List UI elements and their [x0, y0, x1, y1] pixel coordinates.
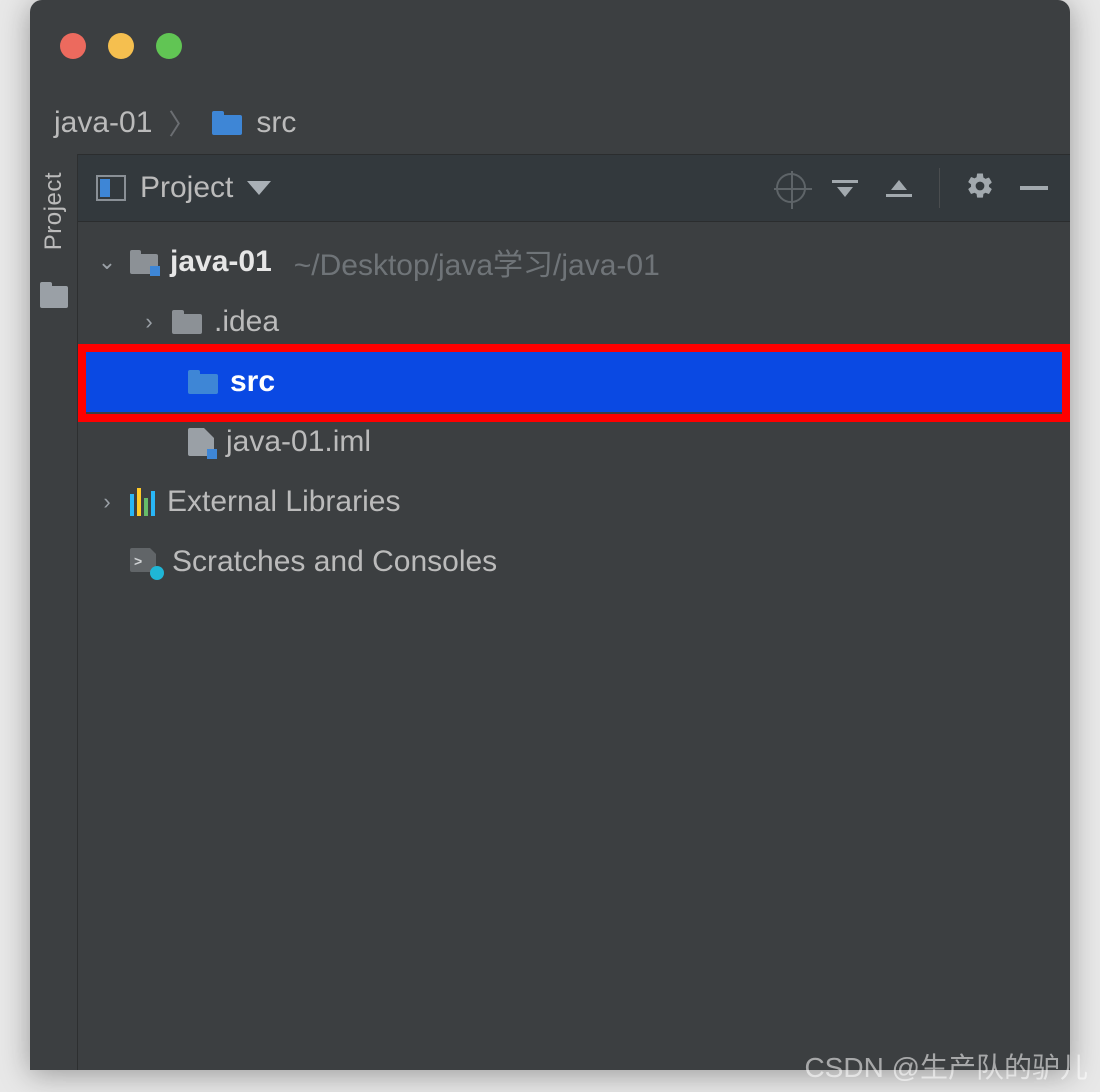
project-panel-header: Project — [78, 154, 1070, 222]
folder-icon — [212, 111, 242, 135]
project-view-selector[interactable]: Project — [140, 171, 233, 205]
locate-icon — [776, 173, 806, 203]
tree-row-idea-folder[interactable]: › .idea — [78, 292, 1070, 352]
source-folder-icon — [188, 370, 218, 394]
project-path: ~/Desktop/java学习/java-01 — [294, 240, 660, 284]
expand-all-button[interactable] — [825, 168, 865, 208]
tree-row-project-root[interactable]: ⌄ java-01 ~/Desktop/java学习/java-01 — [78, 232, 1070, 292]
hide-panel-button[interactable] — [1014, 168, 1054, 208]
window-titlebar[interactable] — [30, 0, 1070, 92]
tree-row-iml-file[interactable]: java-01.iml — [78, 412, 1070, 472]
collapse-all-icon — [886, 180, 912, 197]
chevron-right-icon[interactable]: › — [138, 309, 160, 335]
project-tree[interactable]: ⌄ java-01 ~/Desktop/java学习/java-01 › .id… — [78, 222, 1070, 602]
gear-icon — [965, 171, 995, 206]
chevron-down-icon[interactable] — [247, 181, 271, 195]
minimize-window-button[interactable] — [108, 33, 134, 59]
settings-button[interactable] — [960, 168, 1000, 208]
breadcrumb: java-01 〉 src — [30, 92, 1070, 154]
tree-row-src-folder[interactable]: src — [78, 352, 1070, 412]
libraries-icon — [130, 488, 155, 516]
select-opened-file-button[interactable] — [771, 168, 811, 208]
collapse-all-button[interactable] — [879, 168, 919, 208]
maximize-window-button[interactable] — [156, 33, 182, 59]
breadcrumb-folder[interactable]: src — [256, 106, 296, 140]
folder-label: .idea — [214, 305, 279, 339]
hide-icon — [1020, 186, 1048, 190]
project-toolwindow-button[interactable]: Project — [40, 172, 68, 250]
module-folder-icon — [130, 250, 158, 274]
chevron-right-icon[interactable]: › — [96, 489, 118, 515]
iml-file-icon — [188, 428, 214, 456]
close-window-button[interactable] — [60, 33, 86, 59]
toolbar-divider — [939, 168, 940, 208]
tree-row-external-libraries[interactable]: › External Libraries — [78, 472, 1070, 532]
expand-all-icon — [832, 180, 858, 197]
tool-window-rail: Project — [30, 154, 78, 1070]
chevron-right-icon: 〉 — [168, 103, 196, 143]
files-toolwindow-button[interactable] — [40, 286, 68, 308]
ide-window: java-01 〉 src Project Project — [30, 0, 1070, 1070]
scratches-icon: > — [130, 548, 160, 576]
watermark-text: CSDN @生产队的驴儿 — [804, 1046, 1088, 1086]
file-label: java-01.iml — [226, 425, 371, 459]
chevron-down-icon[interactable]: ⌄ — [96, 249, 118, 275]
project-view-icon — [96, 175, 126, 201]
node-label: Scratches and Consoles — [172, 545, 497, 579]
folder-icon — [172, 310, 202, 334]
project-name: java-01 — [170, 245, 272, 279]
node-label: External Libraries — [167, 485, 400, 519]
project-panel: Project — [78, 154, 1070, 1070]
folder-label: src — [230, 365, 275, 399]
breadcrumb-root[interactable]: java-01 — [54, 106, 152, 140]
tree-row-scratches[interactable]: > Scratches and Consoles — [78, 532, 1070, 592]
